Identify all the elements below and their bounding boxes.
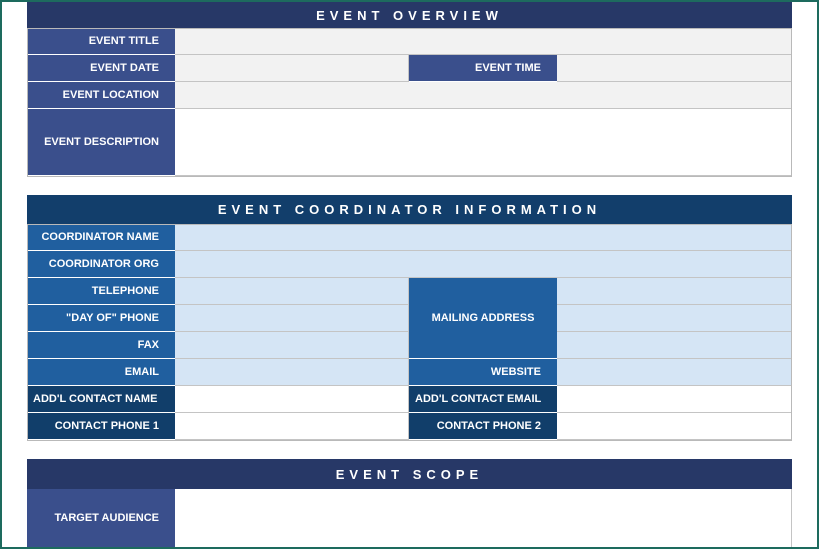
contact-phone-1-field[interactable] xyxy=(175,413,409,440)
addl-contact-email-field[interactable] xyxy=(557,386,792,413)
coordinator-org-label: COORDINATOR ORG xyxy=(27,251,175,278)
coordinator-org-field[interactable] xyxy=(175,251,792,278)
event-date-field[interactable] xyxy=(175,55,409,82)
coordinator-name-field[interactable] xyxy=(175,224,792,251)
day-of-phone-label: "DAY OF" PHONE xyxy=(27,305,175,332)
website-field[interactable] xyxy=(557,359,792,386)
event-description-field[interactable] xyxy=(175,109,792,176)
email-field[interactable] xyxy=(175,359,409,386)
event-description-label: EVENT DESCRIPTION xyxy=(27,109,175,176)
event-title-label: EVENT TITLE xyxy=(27,28,175,55)
event-coordinator-header: EVENT COORDINATOR INFORMATION xyxy=(27,195,792,224)
target-audience-field[interactable] xyxy=(175,489,792,547)
event-overview-header: EVENT OVERVIEW xyxy=(27,2,792,28)
addl-contact-email-label: ADD'L CONTACT EMAIL xyxy=(409,386,557,413)
email-label: EMAIL xyxy=(27,359,175,386)
event-title-field[interactable] xyxy=(175,28,792,55)
addl-contact-name-field[interactable] xyxy=(175,386,409,413)
target-audience-label: TARGET AUDIENCE xyxy=(27,489,175,547)
fax-field[interactable] xyxy=(175,332,409,359)
contact-phone-1-label: CONTACT PHONE 1 xyxy=(27,413,175,440)
website-label: WEBSITE xyxy=(409,359,557,386)
event-location-field[interactable] xyxy=(175,82,792,109)
addl-contact-name-label: ADD'L CONTACT NAME xyxy=(27,386,175,413)
mailing-address-line-1[interactable] xyxy=(557,278,792,305)
day-of-phone-field[interactable] xyxy=(175,305,409,332)
mailing-address-label: MAILING ADDRESS xyxy=(409,278,557,359)
event-time-label: EVENT TIME xyxy=(409,55,557,82)
mailing-address-line-3[interactable] xyxy=(557,332,792,359)
contact-phone-2-label: CONTACT PHONE 2 xyxy=(409,413,557,440)
fax-label: FAX xyxy=(27,332,175,359)
event-location-label: EVENT LOCATION xyxy=(27,82,175,109)
telephone-field[interactable] xyxy=(175,278,409,305)
event-date-label: EVENT DATE xyxy=(27,55,175,82)
form-frame: EVENT OVERVIEW EVENT TITLE EVENT DATE EV… xyxy=(0,0,819,549)
event-time-field[interactable] xyxy=(557,55,792,82)
mailing-address-line-2[interactable] xyxy=(557,305,792,332)
event-scope-header: EVENT SCOPE xyxy=(27,459,792,489)
contact-phone-2-field[interactable] xyxy=(557,413,792,440)
telephone-label: TELEPHONE xyxy=(27,278,175,305)
coordinator-name-label: COORDINATOR NAME xyxy=(27,224,175,251)
